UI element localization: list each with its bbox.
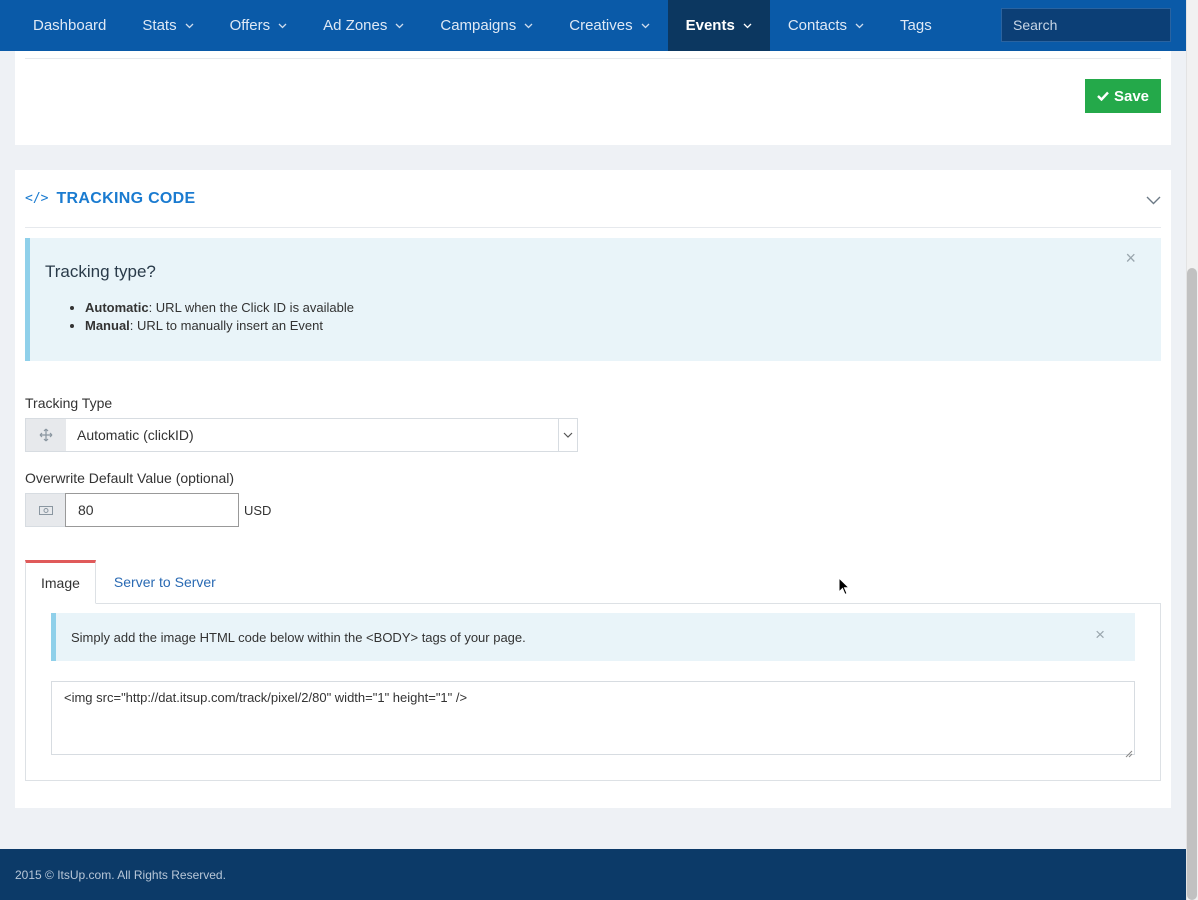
code-icon: </> (25, 191, 49, 206)
nav-item-stats[interactable]: Stats (124, 0, 211, 51)
overwrite-value-label: Overwrite Default Value (optional) (25, 470, 235, 486)
footer: 2015 © ItsUp.com. All Rights Reserved. (0, 849, 1186, 900)
desc: : URL when the Click ID is available (148, 300, 354, 315)
save-button[interactable]: Save (1085, 79, 1161, 113)
info-list: Automatic: URL when the Click ID is avai… (85, 299, 1146, 335)
image-hint-alert: Simply add the image HTML code below wit… (51, 613, 1135, 661)
term: Automatic (85, 300, 149, 315)
nav-item-dashboard[interactable]: Dashboard (0, 0, 124, 51)
desc: : URL to manually insert an Event (129, 318, 323, 333)
overwrite-value-input[interactable] (65, 493, 239, 527)
panel-header[interactable]: </> TRACKING CODE (25, 170, 1161, 228)
chevron-down-icon (185, 23, 194, 29)
nav-item-campaigns[interactable]: Campaigns (422, 0, 551, 51)
selected-value: Automatic (clickID) (66, 419, 559, 451)
nav-label: Creatives (569, 17, 633, 34)
list-item: Automatic: URL when the Click ID is avai… (85, 299, 1146, 317)
tab-server-to-server[interactable]: Server to Server (96, 560, 231, 604)
panel-title: TRACKING CODE (56, 189, 196, 207)
check-icon (1097, 88, 1109, 105)
chevron-down-icon (524, 23, 533, 29)
nav-item-creatives[interactable]: Creatives (551, 0, 667, 51)
tracking-tabs: Image Server to Server (25, 560, 1161, 604)
chevron-down-icon (559, 419, 577, 451)
chevron-down-icon (641, 23, 650, 29)
tab-pane-image: Simply add the image HTML code below wit… (25, 603, 1161, 781)
nav-item-ad-zones[interactable]: Ad Zones (305, 0, 422, 51)
nav-label: Ad Zones (323, 17, 388, 34)
close-icon[interactable]: × (1095, 625, 1105, 645)
scrollbar-thumb[interactable] (1187, 268, 1197, 900)
alert-heading: Tracking type? (45, 262, 156, 281)
money-icon (25, 493, 65, 527)
nav-label: Dashboard (33, 17, 107, 34)
copyright-text: 2015 © ItsUp.com. All Rights Reserved. (15, 867, 226, 882)
form-actions-card: Save (15, 51, 1171, 145)
tab-image[interactable]: Image (25, 560, 96, 604)
tracking-type-label: Tracking Type (25, 395, 113, 411)
search-input[interactable] (1001, 8, 1171, 42)
resize-handle-icon[interactable] (1124, 745, 1133, 758)
nav-label: Campaigns (440, 17, 517, 34)
mouse-cursor-icon (838, 576, 851, 602)
overwrite-value-group: USD (25, 493, 271, 527)
tracking-type-info-alert: Tracking type? Automatic: URL when the C… (25, 238, 1161, 361)
chevron-down-icon[interactable] (1146, 192, 1161, 210)
chevron-down-icon (395, 23, 404, 29)
top-navbar: Dashboard Stats Offers Ad Zones Campaign… (0, 0, 1186, 51)
nav-item-offers[interactable]: Offers (212, 0, 306, 51)
chevron-down-icon (743, 23, 752, 29)
term: Manual (85, 318, 130, 333)
save-label: Save (1113, 87, 1150, 105)
page-scrollbar[interactable] (1186, 0, 1198, 900)
tracking-code-panel: </> TRACKING CODE Tracking type? Automat… (15, 170, 1171, 808)
move-icon (26, 419, 66, 451)
nav-label: Tags (900, 17, 932, 34)
hint-text: Simply add the image HTML code below wit… (71, 629, 526, 645)
nav-item-tags[interactable]: Tags (882, 0, 950, 51)
divider (25, 58, 1161, 59)
chevron-down-icon (855, 23, 864, 29)
chevron-down-icon (278, 23, 287, 29)
nav-item-events[interactable]: Events (667, 0, 770, 51)
close-icon[interactable]: × (1125, 248, 1136, 269)
nav-label: Stats (142, 17, 177, 34)
nav-item-contacts[interactable]: Contacts (770, 0, 882, 51)
currency-label: USD (244, 502, 272, 518)
nav-label: Contacts (787, 17, 848, 34)
list-item: Manual: URL to manually insert an Event (85, 317, 1146, 335)
nav-label: Events (685, 17, 735, 34)
tracking-type-select[interactable]: Automatic (clickID) (25, 418, 578, 452)
nav-label: Offers (229, 17, 271, 34)
tracking-code-textarea[interactable]: <img src="http://dat.itsup.com/track/pix… (51, 681, 1135, 755)
